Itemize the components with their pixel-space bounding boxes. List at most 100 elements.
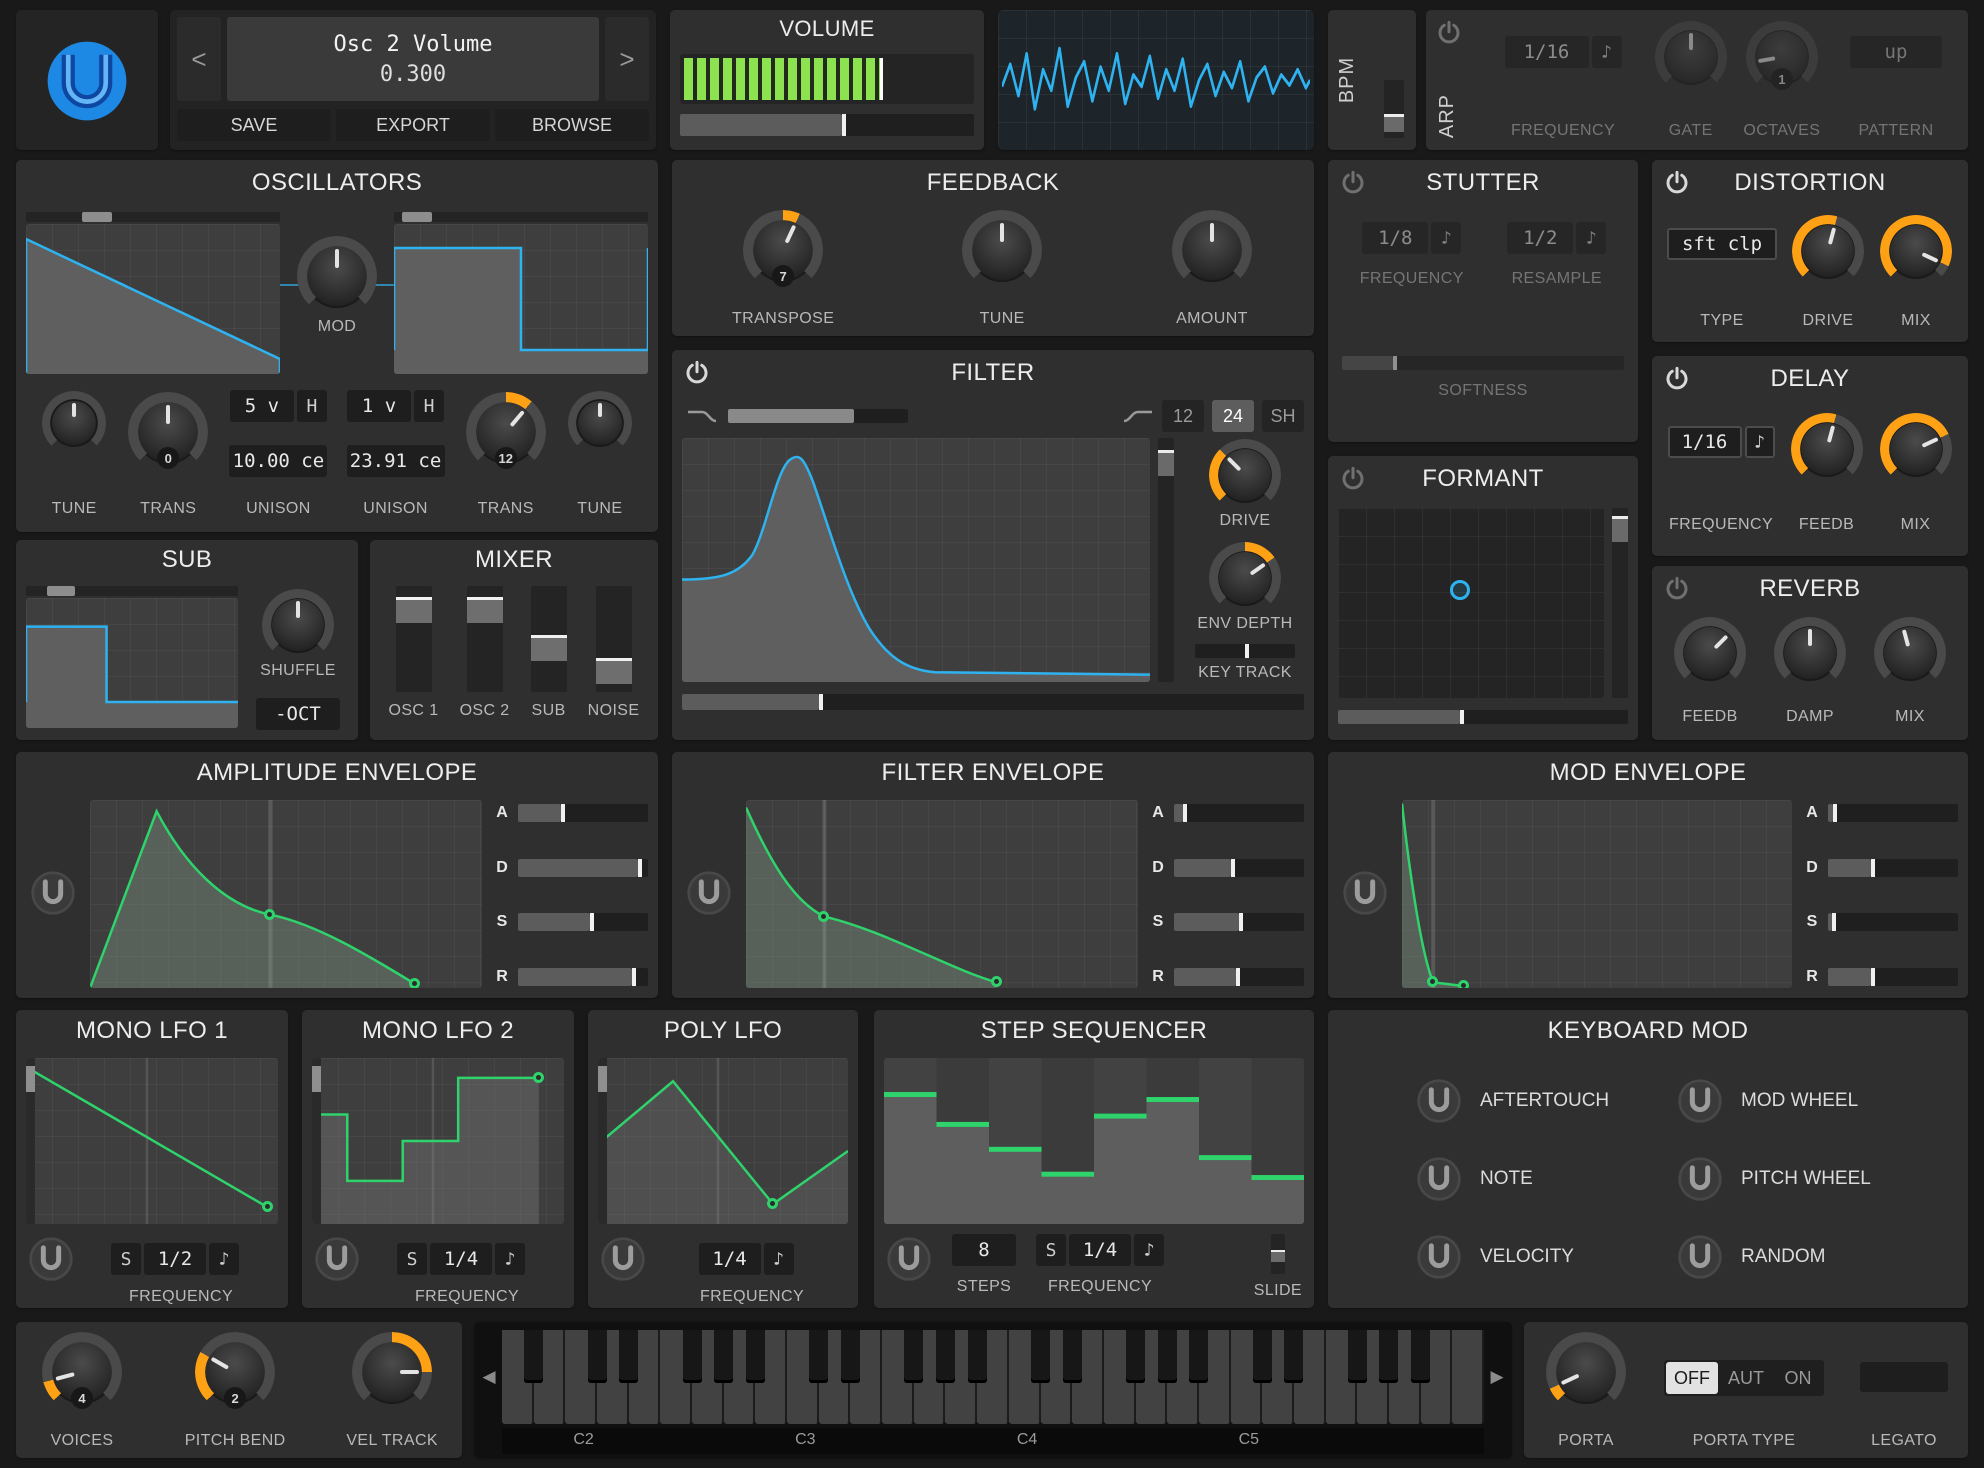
formant-x-slider[interactable] [1338, 710, 1628, 724]
osc1-harmonize-button[interactable]: H [296, 390, 327, 422]
filter-response-display[interactable] [682, 438, 1150, 682]
legato-toggle[interactable] [1860, 1362, 1948, 1392]
lfo1-sync-button[interactable]: S [111, 1243, 141, 1275]
note-modsource-button[interactable] [1416, 1156, 1462, 1202]
black-key[interactable] [935, 1330, 955, 1383]
black-key[interactable] [745, 1330, 765, 1383]
delay-feedback-knob[interactable] [1790, 413, 1863, 485]
black-key[interactable] [1126, 1330, 1146, 1383]
step-sequencer-display[interactable] [884, 1058, 1304, 1224]
mod-wheel-modsource-button[interactable] [1677, 1078, 1723, 1124]
arp-gate-knob[interactable] [1654, 21, 1727, 93]
filter-resonance-slider[interactable] [1158, 438, 1174, 682]
porta-off-button[interactable]: OFF [1666, 1362, 1718, 1394]
amp-decay-slider[interactable] [518, 858, 648, 877]
stutter-resample-note-icon[interactable]: ♪ [1576, 222, 1607, 254]
lfo2-sync-button[interactable]: S [397, 1243, 427, 1275]
black-key[interactable] [1411, 1330, 1431, 1383]
mixer-sub-slider[interactable] [530, 586, 567, 692]
distortion-drive-knob[interactable] [1792, 215, 1864, 287]
delay-power-button[interactable] [1662, 364, 1692, 394]
stutter-softness-slider[interactable] [1342, 356, 1624, 370]
stutter-power-button[interactable] [1338, 168, 1368, 198]
lfo1-note-button[interactable]: ♪ [209, 1243, 239, 1275]
reverb-feedback-knob[interactable] [1674, 617, 1746, 689]
reverb-mix-knob[interactable] [1874, 617, 1946, 689]
lfo2-note-button[interactable]: ♪ [495, 1243, 525, 1275]
random-modsource-button[interactable] [1677, 1234, 1723, 1280]
filter-sh-button[interactable]: SH [1262, 400, 1304, 432]
filter-decay-slider[interactable] [1174, 858, 1304, 877]
filter-env-depth-knob[interactable] [1208, 542, 1281, 614]
sub-octave-button[interactable]: -OCT [256, 698, 340, 730]
stutter-frequency-note-icon[interactable]: ♪ [1431, 222, 1462, 254]
mod-env-display[interactable] [1402, 800, 1792, 988]
helm-logo[interactable] [42, 36, 132, 126]
formant-xy-pad[interactable] [1338, 508, 1604, 698]
keyboard-scroll-left[interactable]: ◀ [478, 1330, 500, 1424]
lfo1-frequency-value[interactable]: 1/2 [144, 1243, 206, 1275]
sub-waveform-display[interactable] [26, 598, 238, 728]
poly-lfo-note-button[interactable]: ♪ [763, 1243, 794, 1275]
black-key[interactable] [524, 1330, 544, 1383]
osc1-waveform-display[interactable] [26, 224, 280, 374]
mixer-osc1-slider[interactable] [395, 586, 432, 692]
sub-wave-selector[interactable] [26, 586, 238, 596]
lfo2-modsource-button[interactable] [314, 1236, 360, 1282]
filter-release-slider[interactable] [1174, 967, 1304, 986]
save-button[interactable]: SAVE [177, 109, 331, 141]
lfo1-modsource-button[interactable] [28, 1236, 74, 1282]
next-patch-button[interactable]: > [605, 17, 649, 101]
black-key[interactable] [1157, 1330, 1177, 1383]
poly-lfo-amount-slider[interactable] [598, 1058, 607, 1224]
browse-button[interactable]: BROWSE [495, 109, 649, 141]
delay-frequency-select[interactable]: 1/16 [1667, 426, 1742, 458]
black-key[interactable] [714, 1330, 734, 1383]
formant-power-button[interactable] [1338, 464, 1368, 494]
feedback-transpose-knob[interactable]: 7 [743, 210, 824, 290]
filter-sustain-slider[interactable] [1174, 913, 1304, 932]
amp-env-modsource-button[interactable] [30, 870, 76, 916]
filter-blend-slider[interactable] [728, 409, 908, 423]
osc2-wave-selector[interactable] [394, 212, 648, 222]
filter-12db-button[interactable]: 12 [1162, 400, 1204, 432]
osc1-unison-detune[interactable]: 10.00 ce [229, 445, 328, 477]
black-key[interactable] [967, 1330, 987, 1383]
velocity-modsource-button[interactable] [1416, 1234, 1462, 1280]
osc2-unison-voices[interactable]: 1 v [347, 390, 412, 422]
black-key[interactable] [1252, 1330, 1272, 1383]
mixer-osc2-slider[interactable] [466, 586, 503, 692]
arp-frequency-select[interactable]: 1/16 [1504, 36, 1589, 68]
porta-on-button[interactable]: ON [1774, 1362, 1822, 1394]
prev-patch-button[interactable]: < [177, 17, 221, 101]
reverb-power-button[interactable] [1662, 574, 1692, 604]
osc1-transpose-knob[interactable]: 0 [128, 392, 209, 472]
porta-knob[interactable] [1546, 1332, 1626, 1412]
black-key[interactable] [1031, 1330, 1050, 1383]
pitch-wheel-modsource-button[interactable] [1677, 1156, 1723, 1202]
black-key[interactable] [1347, 1330, 1367, 1383]
osc2-transpose-knob[interactable]: 12 [465, 392, 546, 472]
aftertouch-modsource-button[interactable] [1416, 1078, 1462, 1124]
volume-slider[interactable] [680, 114, 974, 136]
patch-display[interactable]: Osc 2 Volume 0.300 [227, 17, 599, 101]
mod-release-slider[interactable] [1828, 967, 1958, 986]
sub-shuffle-knob[interactable] [261, 589, 334, 661]
filter-env-display[interactable] [746, 800, 1138, 988]
step-seq-slide-slider[interactable] [1270, 1234, 1285, 1274]
distortion-power-button[interactable] [1662, 168, 1692, 198]
cross-mod-knob[interactable] [297, 236, 377, 316]
poly-lfo-waveform-display[interactable] [598, 1058, 848, 1224]
pitch-bend-knob[interactable]: 2 [195, 1332, 276, 1412]
amp-release-slider[interactable] [518, 967, 648, 986]
black-key[interactable] [904, 1330, 924, 1383]
black-key[interactable] [587, 1330, 607, 1383]
vel-track-knob[interactable] [352, 1332, 433, 1412]
osc2-waveform-display[interactable] [394, 224, 648, 374]
mod-attack-slider[interactable] [1828, 804, 1958, 822]
distortion-mix-knob[interactable] [1880, 215, 1952, 287]
voices-knob[interactable]: 4 [42, 1332, 122, 1412]
step-seq-frequency-value[interactable]: 1/4 [1069, 1234, 1131, 1266]
mod-decay-slider[interactable] [1828, 858, 1958, 877]
black-key[interactable] [1284, 1330, 1304, 1383]
